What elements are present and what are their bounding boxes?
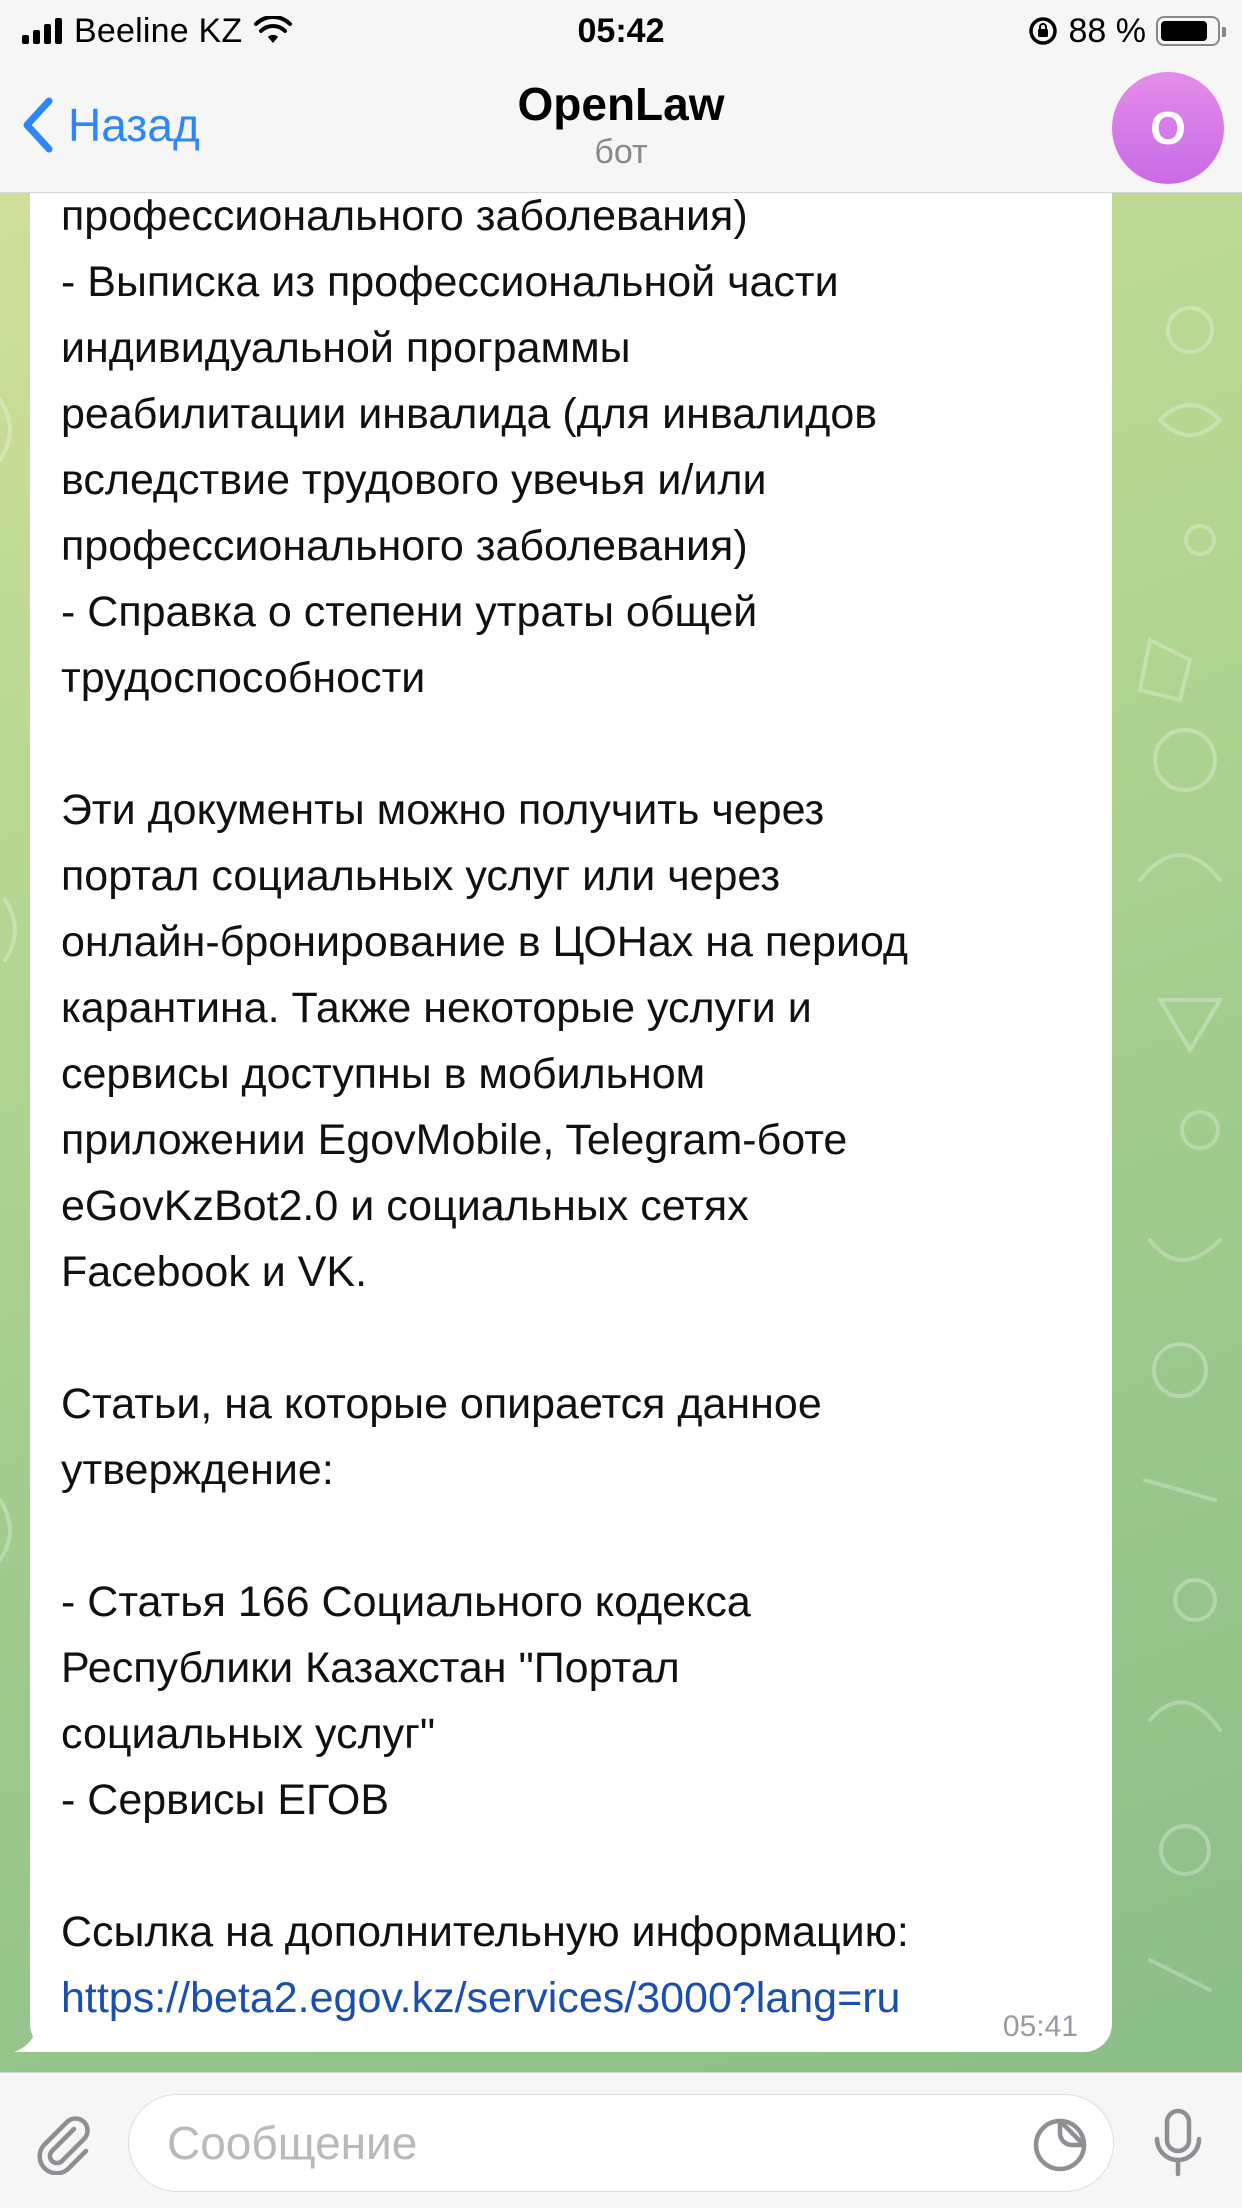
chat-title-block[interactable]: OpenLaw бот: [300, 76, 942, 172]
message-line: Республики Казахстан "Портал: [61, 1644, 680, 1692]
message-line: трудоспособности: [61, 654, 426, 702]
avatar-letter: O: [1150, 102, 1186, 154]
message-line: социальных услуг": [61, 1710, 436, 1758]
chat-header: Назад OpenLaw бот O: [0, 62, 1242, 193]
message-line: карантина. Также некоторые услуги и: [61, 984, 812, 1032]
message-line: приложении EgovMobile, Telegram-боте: [61, 1116, 848, 1164]
message-line: - Справка о степени утраты общей: [61, 588, 758, 636]
message-line: профессионального заболевания): [61, 522, 748, 570]
message-line: портал социальных услуг или через: [61, 852, 781, 900]
avatar[interactable]: O: [1112, 72, 1224, 184]
message-line: - Статья 166 Социального кодекса: [61, 1578, 751, 1626]
battery-icon: [1156, 16, 1226, 46]
status-right: 88 %: [1027, 10, 1226, 52]
attach-button[interactable]: [22, 2101, 106, 2185]
microphone-button[interactable]: [1140, 2105, 1216, 2181]
message-line: сервисы доступны в мобильном: [61, 1050, 706, 1098]
message-line: - Сервисы ЕГОВ: [61, 1776, 390, 1824]
input-bar: [0, 2072, 1242, 2208]
status-bar: Beeline KZ 05:42 88 %: [0, 0, 1242, 62]
message-text: профессионального заболевания) - Выписка …: [61, 183, 1101, 2031]
rotation-lock-icon: [1028, 17, 1057, 45]
message-line: утверждение:: [61, 1446, 334, 1494]
battery-percent: 88 %: [1068, 11, 1147, 50]
message-line: - Выписка из профессиональной части: [61, 258, 839, 306]
message-line: Статьи, на которые опирается данное: [61, 1380, 822, 1428]
paperclip-icon: [37, 2116, 90, 2175]
message-line: Facebook и VK.: [61, 1248, 368, 1296]
sticker-button[interactable]: [1030, 2115, 1090, 2175]
chevron-left-icon: [23, 97, 53, 153]
message-line: онлайн-бронирование в ЦОНах на период: [61, 918, 909, 966]
message-line: Ссылка на дополнительную информацию:: [61, 1908, 909, 1956]
chat-subtitle: бот: [594, 133, 648, 171]
message-bubble: профессионального заболевания) - Выписка …: [30, 60, 1112, 2052]
battery-tip: [1222, 27, 1226, 37]
message-input[interactable]: [128, 2094, 1114, 2192]
back-label: Назад: [68, 99, 200, 151]
message-line: eGovKzBot2.0 и социальных сетях: [61, 1182, 749, 1230]
bubble-tail: [14, 2020, 54, 2052]
battery-fill: [1161, 21, 1207, 41]
message-timestamp: 05:41: [1002, 2010, 1078, 2043]
message-line: вследствие трудового увечья и/или: [61, 456, 767, 504]
message-line: реабилитации инвалида (для инвалидов: [61, 390, 878, 438]
chat-title: OpenLaw: [517, 78, 725, 130]
back-button[interactable]: Назад: [20, 92, 200, 158]
message-line: индивидуальной программы: [61, 324, 631, 372]
info-link[interactable]: https://beta2.egov.kz/services/3000?lang…: [61, 1965, 1101, 2031]
message-line: Эти документы можно получить через: [61, 786, 825, 834]
sticker-icon: [1033, 2118, 1087, 2172]
microphone-icon: [1154, 2108, 1202, 2177]
